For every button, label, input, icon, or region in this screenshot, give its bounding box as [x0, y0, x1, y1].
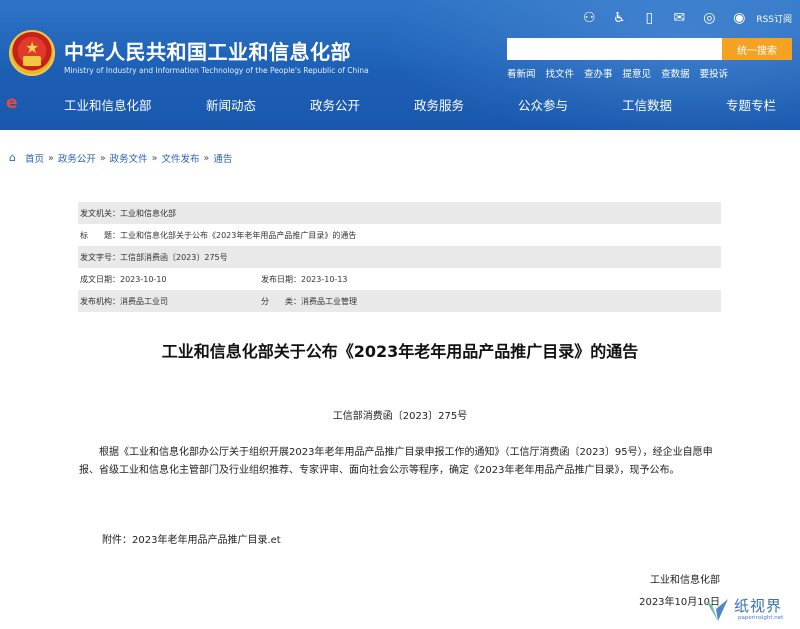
quick-link-news[interactable]: 看新闻 [507, 66, 536, 80]
site-subtitle: Ministry of Industry and Information Tec… [64, 66, 369, 75]
document-body: 根据《工业和信息化部办公厅关于组织开展2023年老年用品产品推广目录申报工作的通… [79, 447, 713, 476]
main-nav: e 工业和信息化部 新闻动态 政务公开 政务服务 公众参与 工信数据 专题专栏 [0, 88, 800, 120]
nav-item-news[interactable]: 新闻动态 [206, 95, 256, 114]
site-title[interactable]: 中华人民共和国工业和信息化部 [64, 36, 351, 65]
mail-icon[interactable]: ✉ [670, 9, 688, 27]
wheelchair-icon[interactable]: ♿ [610, 9, 628, 27]
meta-row-issuer: 发文机关： 工业和信息化部 [78, 202, 721, 224]
meta-row-docno: 发文字号： 工信部消费函〔2023〕275号 [78, 246, 721, 268]
attachment-line: 附件：2023年老年用品产品推广目录.et [102, 531, 281, 546]
breadcrumb: ⌂ 首页 » 政务公开 » 政务文件 » 文件发布 » 通告 [9, 151, 232, 166]
quick-links: 看新闻 找文件 查办事 提意见 查数据 要投诉 [507, 66, 728, 80]
nav-item-data[interactable]: 工信数据 [622, 95, 672, 114]
document-meta-table: 发文机关： 工业和信息化部 标 题： 工业和信息化部关于公布《2023年老年用品… [78, 202, 721, 312]
national-emblem-icon: ★ [9, 30, 55, 76]
wechat-icon[interactable]: ◎ [700, 9, 718, 27]
search-button[interactable]: 统一搜索 [722, 38, 792, 60]
quick-link-data[interactable]: 查数据 [661, 66, 690, 80]
breadcrumb-separator: » [99, 152, 106, 164]
meta-cell-category: 分 类： 消费品工业管理 [261, 296, 357, 307]
quick-link-feedback[interactable]: 提意见 [623, 66, 652, 80]
top-toolbar: ⚇ ♿ ▯ ✉ ◎ ◉ RSS订阅 [580, 8, 792, 28]
weibo-icon[interactable]: ◉ [730, 9, 748, 27]
search-bar: 统一搜索 [507, 38, 792, 60]
quick-link-complaint[interactable]: 要投诉 [700, 66, 729, 80]
search-input[interactable] [507, 38, 722, 60]
home-icon: ⌂ [9, 151, 16, 164]
quick-link-files[interactable]: 找文件 [546, 66, 575, 80]
meta-value-docno: 工信部消费函〔2023〕275号 [120, 252, 228, 262]
accessibility-elderly-icon[interactable]: ⚇ [580, 9, 598, 27]
rss-link[interactable]: RSS订阅 [756, 12, 792, 25]
breadcrumb-documents[interactable]: 政务文件 [110, 151, 148, 165]
watermark-logo-icon [706, 599, 728, 621]
meta-value-title: 工业和信息化部关于公布《2023年老年用品产品推广目录》的通告 [120, 230, 357, 240]
meta-cell-published: 发布日期： 2023-10-13 [261, 274, 348, 285]
site-header: ★ 中华人民共和国工业和信息化部 Ministry of Industry an… [0, 0, 800, 130]
meta-label: 标 题： [80, 230, 120, 240]
nav-item-services[interactable]: 政务服务 [414, 95, 464, 114]
meta-row-dates: 成文日期： 2023-10-10 发布日期： 2023-10-13 [78, 268, 721, 290]
meta-value-published: 2023-10-13 [301, 274, 348, 284]
breadcrumb-separator: » [151, 152, 158, 164]
home-logo-icon[interactable]: e [6, 94, 24, 112]
meta-cell-written: 成文日期： 2023-10-10 [80, 274, 261, 285]
breadcrumb-openness[interactable]: 政务公开 [58, 151, 96, 165]
meta-row-org: 发布机构： 消费品工业司 分 类： 消费品工业管理 [78, 290, 721, 312]
meta-label: 发布日期： [261, 274, 301, 284]
quick-link-services[interactable]: 查办事 [584, 66, 613, 80]
nav-item-topics[interactable]: 专题专栏 [726, 95, 776, 114]
meta-label: 成文日期： [80, 274, 120, 284]
document-title: 工业和信息化部关于公布《2023年老年用品产品推广目录》的通告 [161, 342, 639, 361]
attachment-label: 附件： [102, 535, 132, 546]
breadcrumb-separator: » [48, 152, 54, 164]
watermark-url: paperinsight.net [738, 615, 784, 621]
breadcrumb-separator: » [203, 152, 210, 164]
breadcrumb-notice[interactable]: 通告 [213, 151, 232, 165]
meta-label: 发布机构： [80, 296, 120, 306]
meta-value-category: 消费品工业管理 [301, 296, 357, 306]
meta-value-issuer: 工业和信息化部 [120, 208, 176, 218]
watermark-text: 纸视界 [734, 597, 783, 615]
breadcrumb-home[interactable]: 首页 [25, 151, 44, 165]
meta-value-org: 消费品工业司 [120, 296, 168, 306]
mobile-icon[interactable]: ▯ [640, 9, 658, 27]
nav-item-miit[interactable]: 工业和信息化部 [64, 95, 152, 114]
nav-item-openness[interactable]: 政务公开 [310, 95, 360, 114]
meta-label: 分 类： [261, 296, 301, 306]
meta-cell-org: 发布机构： 消费品工业司 [80, 296, 261, 307]
nav-item-participation[interactable]: 公众参与 [518, 95, 568, 114]
meta-row-title: 标 题： 工业和信息化部关于公布《2023年老年用品产品推广目录》的通告 [78, 224, 721, 246]
meta-label: 发文字号： [80, 252, 120, 262]
meta-value-written: 2023-10-10 [120, 274, 167, 284]
meta-label: 发文机关： [80, 208, 120, 218]
document-signature: 工业和信息化部 [650, 575, 720, 586]
attachment-link[interactable]: 2023年老年用品产品推广目录.et [132, 535, 281, 546]
document-number: 工信部消费函〔2023〕275号 [332, 411, 468, 422]
breadcrumb-publish[interactable]: 文件发布 [161, 151, 199, 165]
watermark: 纸视界 paperinsight.net [700, 593, 800, 629]
